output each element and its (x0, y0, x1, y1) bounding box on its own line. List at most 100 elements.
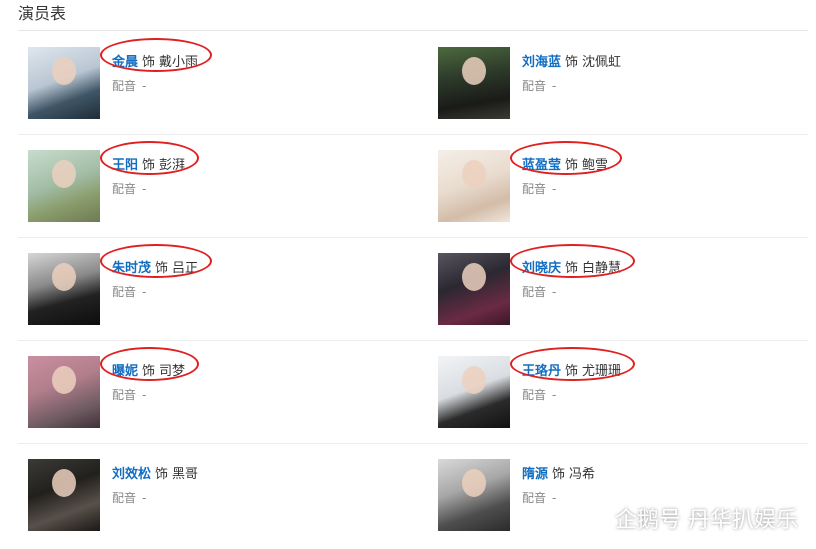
dubbing-info: 配音 - (112, 386, 146, 403)
as-label: 饰 (142, 158, 156, 173)
as-label: 饰 (142, 364, 156, 379)
cast-item: 蓝盈莹饰鲍雪 配音 - (438, 141, 816, 240)
dubbing-value: - (142, 388, 147, 402)
title-divider (18, 30, 808, 31)
cast-name-line: 刘晓庆饰白静慧 (522, 257, 621, 276)
as-label: 饰 (565, 158, 579, 173)
cast-item: 刘晓庆饰白静慧 配音 - (438, 244, 816, 343)
dubbing-info: 配音 - (112, 489, 146, 506)
dubbing-value: - (142, 285, 147, 299)
actor-name-link[interactable]: 金晨 (112, 55, 138, 70)
actor-name-link[interactable]: 刘晓庆 (522, 261, 561, 276)
dubbing-label: 配音 (522, 388, 547, 402)
as-label: 饰 (565, 261, 579, 276)
cast-item: 金晨饰戴小雨 配音 - (28, 38, 408, 137)
cast-name-line: 曝妮饰司梦 (112, 360, 185, 379)
cast-name-line: 刘海蓝饰沈佩虹 (522, 51, 621, 70)
cast-name-line: 金晨饰戴小雨 (112, 51, 198, 70)
penguin-logo-icon (581, 504, 609, 532)
role-name: 尤珊珊 (582, 364, 622, 379)
actor-name-link[interactable]: 王珞丹 (522, 364, 561, 379)
portrait-silhouette-icon (462, 57, 486, 85)
dubbing-value: - (552, 79, 557, 93)
portrait-silhouette-icon (52, 263, 76, 291)
actor-name-link[interactable]: 王阳 (112, 158, 138, 173)
dubbing-label: 配音 (522, 79, 547, 93)
portrait-silhouette-icon (52, 160, 76, 188)
page-title: 演员表 (18, 4, 67, 23)
actor-name-link[interactable]: 隋源 (522, 467, 548, 482)
portrait-silhouette-icon (462, 160, 486, 188)
dubbing-label: 配音 (112, 285, 137, 299)
dubbing-info: 配音 - (112, 283, 146, 300)
watermark-text: 企鹅号 丹华扒娱乐 (615, 508, 798, 533)
dubbing-label: 配音 (112, 388, 137, 402)
actor-photo[interactable] (438, 356, 510, 428)
dubbing-info: 配音 - (522, 386, 556, 403)
watermark: 企鹅号 丹华扒娱乐 (581, 502, 798, 534)
role-name: 黑哥 (172, 467, 199, 482)
dubbing-value: - (142, 182, 147, 196)
role-name: 鲍雪 (582, 158, 609, 173)
actor-photo[interactable] (438, 150, 510, 222)
dubbing-info: 配音 - (522, 489, 556, 506)
cast-name-line: 王阳饰彭湃 (112, 154, 185, 173)
role-name: 吕正 (172, 261, 199, 276)
dubbing-info: 配音 - (522, 283, 556, 300)
dubbing-label: 配音 (522, 285, 547, 299)
cast-name-line: 朱时茂饰吕正 (112, 257, 198, 276)
actor-photo[interactable] (28, 459, 100, 531)
actor-photo[interactable] (438, 459, 510, 531)
role-name: 白静慧 (582, 261, 622, 276)
actor-name-link[interactable]: 朱时茂 (112, 261, 151, 276)
cast-item: 王阳饰彭湃 配音 - (28, 141, 408, 240)
actor-name-link[interactable]: 蓝盈莹 (522, 158, 561, 173)
cast-name-line: 刘效松饰黑哥 (112, 463, 198, 482)
cast-item: 王珞丹饰尤珊珊 配音 - (438, 347, 816, 446)
as-label: 饰 (552, 467, 566, 482)
actor-photo[interactable] (438, 47, 510, 119)
role-name: 彭湃 (159, 158, 186, 173)
role-name: 司梦 (159, 364, 186, 379)
dubbing-info: 配音 - (522, 180, 556, 197)
actor-name-link[interactable]: 曝妮 (112, 364, 138, 379)
dubbing-label: 配音 (112, 79, 137, 93)
dubbing-label: 配音 (522, 182, 547, 196)
portrait-silhouette-icon (52, 57, 76, 85)
dubbing-info: 配音 - (112, 77, 146, 94)
cast-item: 刘效松饰黑哥 配音 - (28, 459, 408, 549)
dubbing-label: 配音 (112, 182, 137, 196)
role-name: 沈佩虹 (582, 55, 622, 70)
as-label: 饰 (142, 55, 156, 70)
cast-name-line: 隋源饰冯希 (522, 463, 595, 482)
cast-item: 曝妮饰司梦 配音 - (28, 347, 408, 446)
actor-photo[interactable] (28, 253, 100, 325)
actor-photo[interactable] (438, 253, 510, 325)
actor-photo[interactable] (28, 356, 100, 428)
portrait-silhouette-icon (462, 366, 486, 394)
actor-name-link[interactable]: 刘效松 (112, 467, 151, 482)
cast-name-line: 蓝盈莹饰鲍雪 (522, 154, 608, 173)
portrait-silhouette-icon (52, 366, 76, 394)
cast-item: 朱时茂饰吕正 配音 - (28, 244, 408, 343)
cast-name-line: 王珞丹饰尤珊珊 (522, 360, 621, 379)
dubbing-info: 配音 - (522, 77, 556, 94)
dubbing-value: - (552, 285, 557, 299)
portrait-silhouette-icon (462, 469, 486, 497)
dubbing-info: 配音 - (112, 180, 146, 197)
role-name: 冯希 (569, 467, 596, 482)
as-label: 饰 (565, 55, 579, 70)
cast-item: 刘海蓝饰沈佩虹 配音 - (438, 47, 816, 137)
dubbing-value: - (552, 388, 557, 402)
dubbing-value: - (552, 491, 557, 505)
dubbing-value: - (552, 182, 557, 196)
as-label: 饰 (155, 467, 169, 482)
as-label: 饰 (565, 364, 579, 379)
actor-photo[interactable] (28, 150, 100, 222)
role-name: 戴小雨 (159, 55, 199, 70)
dubbing-label: 配音 (112, 491, 137, 505)
actor-photo[interactable] (28, 47, 100, 119)
dubbing-label: 配音 (522, 491, 547, 505)
actor-name-link[interactable]: 刘海蓝 (522, 55, 561, 70)
dubbing-value: - (142, 79, 147, 93)
